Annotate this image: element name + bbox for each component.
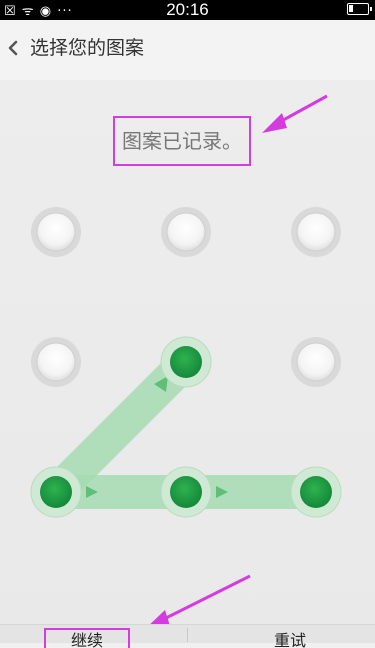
pattern-dot-2[interactable] bbox=[161, 207, 211, 257]
pattern-dot-4[interactable] bbox=[31, 337, 81, 387]
page-title: 选择您的图案 bbox=[30, 37, 145, 59]
pattern-dot-9-selected[interactable] bbox=[290, 466, 342, 518]
status-bar: ☒ ᯤ ◉ ··· 20:16 bbox=[0, 0, 375, 20]
battery-icon bbox=[347, 3, 372, 15]
pattern-dot-8-selected[interactable] bbox=[160, 466, 212, 518]
pattern-dot-6[interactable] bbox=[291, 337, 341, 387]
status-message: 图案已记录。 bbox=[122, 129, 242, 153]
pattern-dot-7-selected[interactable] bbox=[30, 466, 82, 518]
button-divider bbox=[187, 628, 188, 642]
pattern-dot-3[interactable] bbox=[291, 207, 341, 257]
pattern-dot-1[interactable] bbox=[31, 207, 81, 257]
back-arrow-icon[interactable] bbox=[4, 36, 24, 60]
retry-button[interactable]: 重试 bbox=[250, 628, 330, 648]
continue-highlight-box bbox=[44, 628, 130, 648]
header: 选择您的图案 bbox=[0, 20, 375, 80]
pattern-dot-5-selected[interactable] bbox=[160, 336, 212, 388]
status-time: 20:16 bbox=[166, 0, 209, 19]
